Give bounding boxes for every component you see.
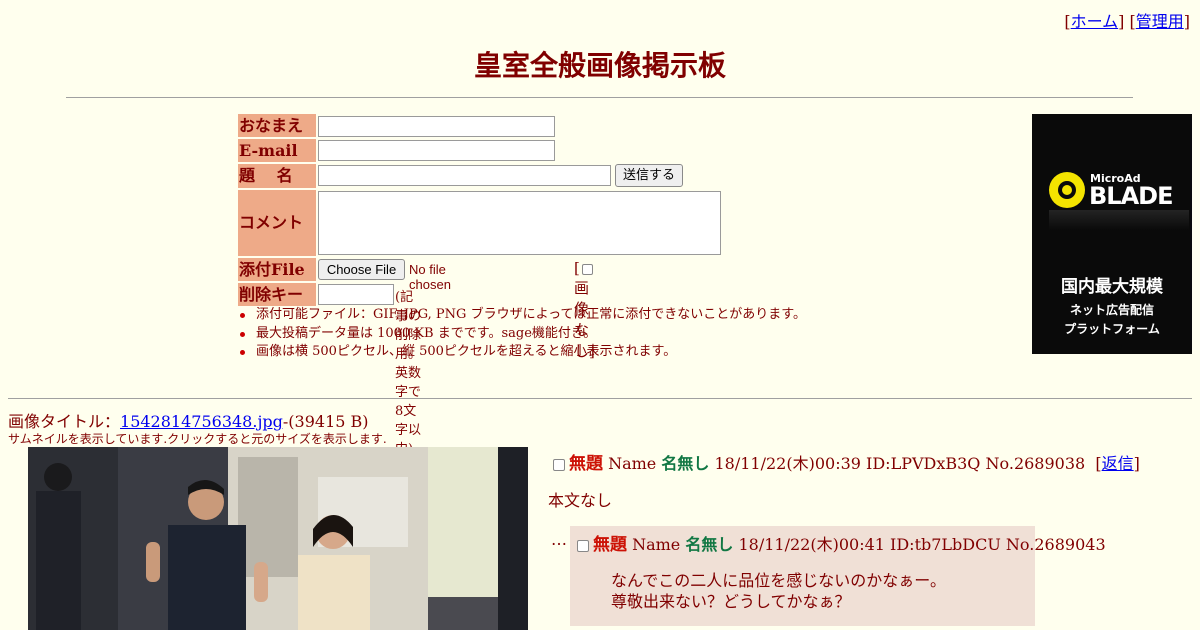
post-subject: 無題 [569,454,603,474]
ad-tagline: プラットフォーム [1064,322,1160,336]
top-nav: [ホーム] [管理用] [1064,12,1190,31]
delkey-label: 削除キー [238,283,316,306]
list-item: 最大投稿データ量は 1000 KB までです。sage機能付き。 [238,325,806,344]
ad-tagline: ネット広告配信 [1069,303,1154,317]
choose-file-button[interactable]: Choose File [318,259,405,280]
post-author: 名無し [661,454,710,473]
divider [8,398,1192,399]
reply-body-line: 尊敬出来ない？どうしてかなぁ？ [611,592,851,611]
page-title: 皇室全般画像掲示板 [473,49,726,82]
subject-input[interactable] [318,165,611,186]
reply-post: 無題 Name 名無し 18/11/22(木)00:41 ID:tb7LbDCU… [570,526,1106,626]
reply-author: 名無し [685,535,734,554]
reply-header: 無題 Name 名無し 18/11/22(木)00:41 ID:tb7LbDCU… [575,530,1106,555]
subject-label: 題 名 [238,164,316,188]
reply-link[interactable]: 返信 [1102,454,1134,473]
post-thumbnail[interactable] [28,447,528,630]
reply-select-checkbox[interactable] [577,539,589,552]
delkey-input[interactable] [318,284,394,305]
comment-textarea[interactable] [318,191,721,255]
list-item: 画像は横 500ピクセル、縦 500ピクセルを超えると縮小表示されます。 [238,343,806,362]
post-select-checkbox[interactable] [553,458,565,471]
divider [66,97,1133,98]
file-label: 添付File [238,258,316,281]
list-item: 添付可能ファイル：GIF, JPG, PNG ブラウザによっては正常に添付できな… [238,306,806,325]
comment-label: コメント [238,190,316,256]
ad-tagline: 国内最大規模 [1061,277,1163,297]
image-file-link[interactable]: 1542814756348.jpg [120,412,283,431]
post-body: 本文なし [548,491,613,510]
post-meta: 18/11/22(木)00:39 ID:LPVDxB3Q No.2689038 [714,454,1086,473]
name-input[interactable] [318,116,555,137]
image-info: 画像タイトル：1542814756348.jpg-(39415 B) [8,412,369,431]
email-label: E-mail [238,139,316,162]
thumbnail-photo [28,447,528,630]
admin-link[interactable]: 管理用 [1136,12,1184,31]
noimage-checkbox[interactable] [581,263,593,275]
thumbnail-note: サムネイルを表示しています.クリックすると元のサイズを表示します. [8,432,387,446]
home-link[interactable]: ホーム [1071,12,1119,31]
ad-brand-big: BLADE [1089,182,1173,210]
advertisement-banner[interactable]: MicroAd BLADE 国内最大規模 ネット広告配信 プラットフォーム [1032,114,1192,354]
reply-meta: 18/11/22(木)00:41 ID:tb7LbDCU No.2689043 [738,535,1106,554]
submit-button[interactable]: 送信する [615,164,683,187]
upload-notes: 添付可能ファイル：GIF, JPG, PNG ブラウザによっては正常に添付できな… [238,306,806,362]
microad-logo-icon [1049,172,1085,208]
reply-indent: … [551,530,567,549]
name-label: おなまえ [238,114,316,137]
post-header: 無題 Name 名無し 18/11/22(木)00:39 ID:LPVDxB3Q… [551,449,1140,474]
reply-subject: 無題 [593,535,627,555]
email-input[interactable] [318,140,555,161]
